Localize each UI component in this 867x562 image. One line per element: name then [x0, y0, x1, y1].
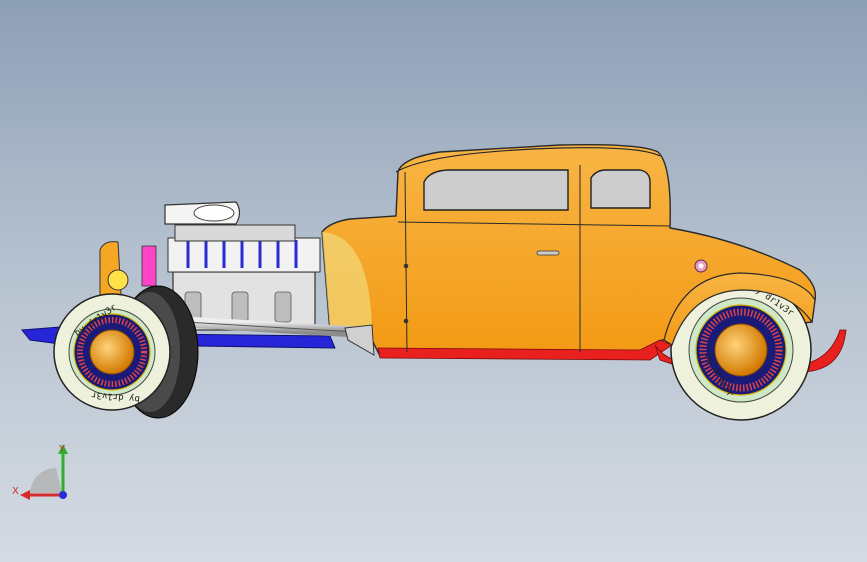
exhaust-tip: [344, 324, 375, 356]
supercharger: [174, 224, 296, 242]
cad-viewport[interactable]: by dr1v3r by dr1v3r by dr1v3r by dr1v3r …: [0, 0, 867, 562]
view-orientation-triad: Y X: [12, 444, 68, 500]
x-axis-label: X: [12, 486, 19, 497]
headlight: [107, 269, 129, 291]
door-handle: [536, 250, 560, 256]
rear-window: [423, 169, 569, 211]
hot-rod-model[interactable]: by dr1v3r by dr1v3r by dr1v3r by dr1v3r: [0, 0, 867, 562]
hinge-bottom: [403, 318, 409, 324]
side-window: [590, 169, 651, 209]
z-axis-dot: [59, 491, 67, 499]
triad-base: [30, 468, 62, 493]
hinge-top: [403, 263, 409, 269]
front-wheel: by dr1v3r by dr1v3r: [53, 285, 199, 419]
x-axis-arrow: [20, 490, 30, 500]
y-axis-label: Y: [58, 444, 66, 455]
radiator-core: [141, 245, 157, 287]
